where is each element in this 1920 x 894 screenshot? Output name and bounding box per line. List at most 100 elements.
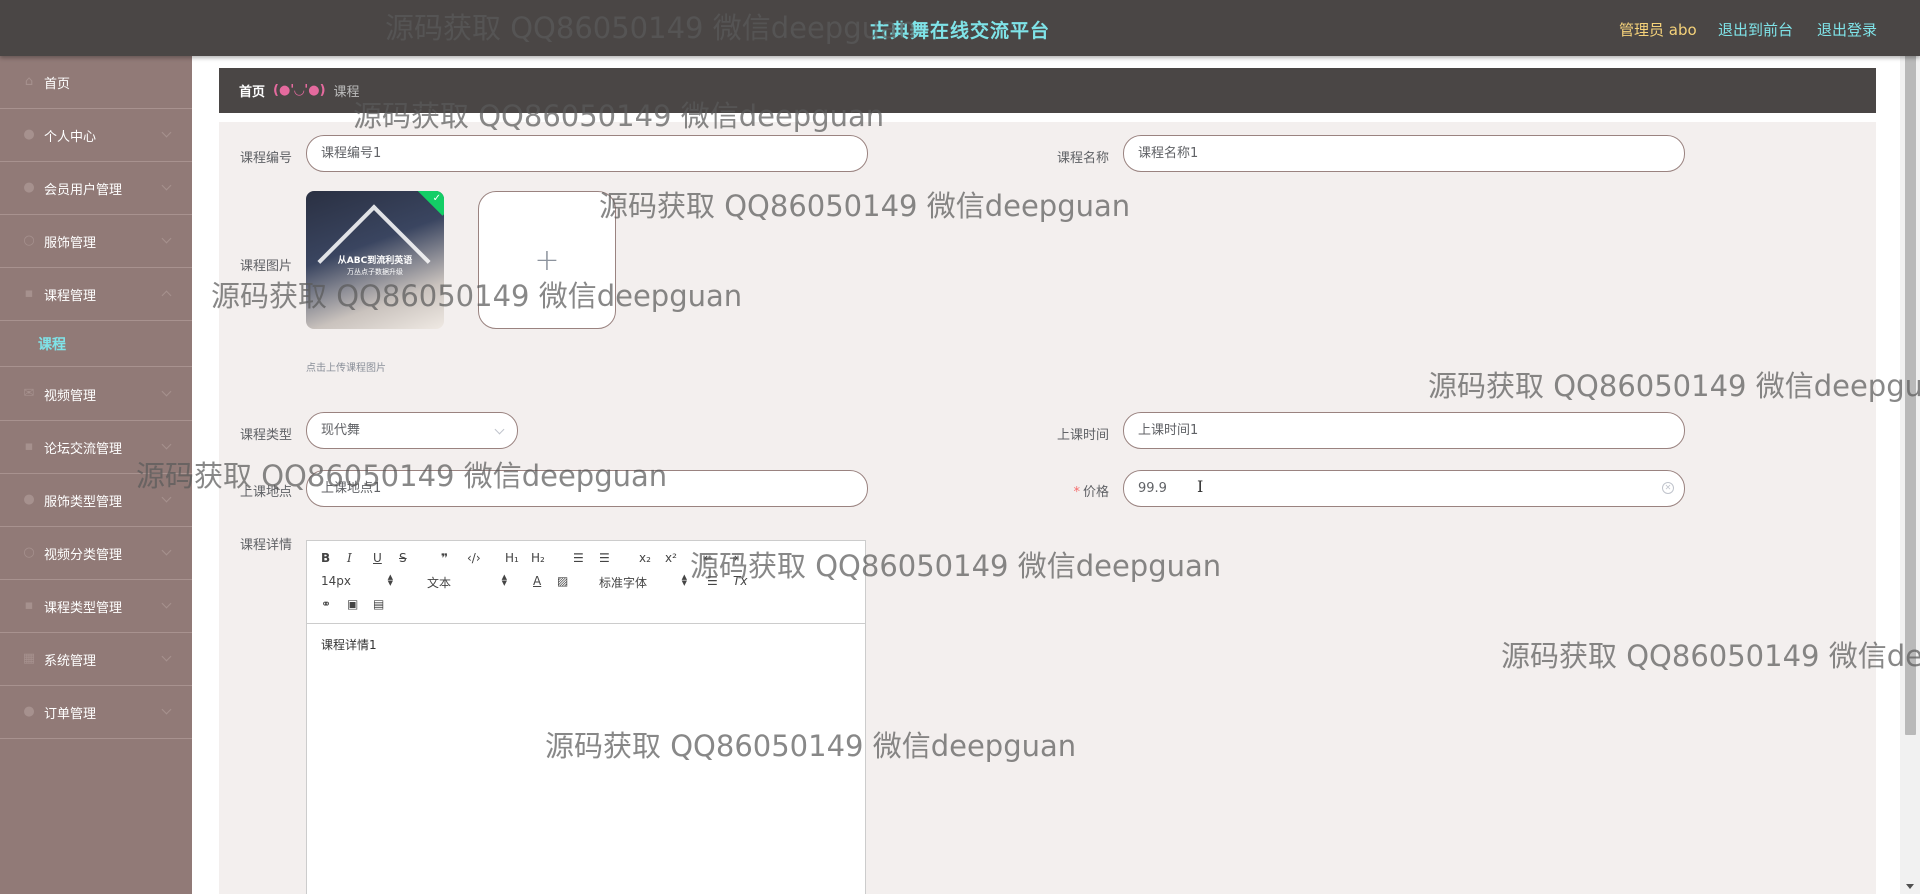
sidebar-item-clothing[interactable]: ○ 服饰管理 — [0, 215, 192, 268]
course-image-label: 课程图片 — [239, 259, 292, 274]
breadcrumb-current: 课程 — [333, 85, 360, 100]
sidebar-item-video[interactable]: ✉ 视频管理 — [0, 368, 192, 421]
clear-format-button[interactable]: Tx — [733, 574, 747, 588]
link-icon[interactable]: ⚭ — [321, 597, 331, 611]
text-cursor-icon: I — [1197, 477, 1204, 496]
font-family-select[interactable]: 标准字体 ▲ ▼ — [599, 574, 687, 591]
image-upload-button[interactable]: + — [478, 191, 616, 329]
font-size-select[interactable]: 14px ▲ ▼ — [321, 573, 393, 589]
sidebar-item-label: 视频管理 — [44, 388, 97, 404]
course-type-select[interactable]: 现代舞 — [306, 412, 518, 449]
class-time-label: 上课时间 — [1056, 428, 1109, 443]
course-form: 课程编号 课程编号1 课程名称 课程名称1 课程图片 从ABC到流利英语 万丛点… — [219, 122, 1876, 894]
back-to-front-link[interactable]: 退出到前台 — [1718, 19, 1793, 40]
sidebar-item-label: 系统管理 — [44, 653, 97, 669]
order-icon: ● — [23, 704, 35, 719]
thumbnail-subtitle: 万丛点子数据升级 — [347, 268, 403, 276]
sidebar-item-course-type[interactable]: ▪ 课程类型管理 — [0, 580, 192, 633]
sidebar-item-home[interactable]: ⌂ 首页 — [0, 56, 192, 109]
sidebar-item-orders[interactable]: ● 订单管理 — [0, 686, 192, 739]
video-icon: ✉ — [23, 386, 35, 401]
class-location-input[interactable]: 上课地点1 — [306, 470, 868, 507]
sidebar-item-video-category[interactable]: ○ 视频分类管理 — [0, 527, 192, 580]
user-icon: ● — [23, 127, 35, 142]
category-icon: ▪ — [24, 598, 34, 613]
chevron-down-icon — [161, 439, 172, 450]
blockquote-button[interactable]: ❞ — [441, 551, 448, 565]
strikethrough-button[interactable]: S — [399, 551, 407, 565]
course-type-value: 现代舞 — [321, 423, 361, 438]
course-name-label: 课程名称 — [1056, 151, 1109, 166]
course-detail-label: 课程详情 — [239, 538, 292, 553]
price-label-text: 价格 — [1082, 485, 1109, 500]
heading1-button[interactable]: H₁ — [505, 551, 519, 565]
clear-icon[interactable]: ✕ — [1662, 482, 1674, 494]
scrollbar-thumb[interactable] — [1905, 30, 1916, 735]
font-family-value: 标准字体 — [599, 576, 648, 590]
course-name-input[interactable]: 课程名称1 — [1123, 135, 1685, 172]
chevron-down-icon — [161, 651, 172, 662]
chevron-down-icon — [161, 598, 172, 609]
chevron-down-icon — [161, 233, 172, 244]
background-color-button[interactable]: ▨ — [557, 574, 568, 588]
font-size-value: 14px — [321, 574, 351, 588]
sidebar-item-course-management[interactable]: ▪ 课程管理 — [0, 268, 192, 321]
editor-content[interactable]: 课程详情1 — [307, 624, 865, 894]
breadcrumb: 首页 (●'◡'●) 课程 — [219, 68, 1876, 113]
chevron-down-icon — [494, 424, 505, 435]
price-input[interactable]: 99.9 ✕ — [1123, 470, 1685, 507]
forum-icon: ▪ — [24, 439, 34, 454]
settings-icon: ▦ — [22, 651, 36, 666]
sidebar-item-system[interactable]: ▦ 系统管理 — [0, 633, 192, 686]
chevron-down-icon — [161, 492, 172, 503]
chevron-down-icon — [161, 704, 172, 715]
sidebar-item-clothing-type[interactable]: ● 服饰类型管理 — [0, 474, 192, 527]
course-no-input[interactable]: 课程编号1 — [306, 135, 868, 172]
subscript-button[interactable]: x₂ — [639, 551, 651, 565]
scroll-down-arrow-icon[interactable] — [1906, 884, 1914, 889]
sidebar-item-label: 课程类型管理 — [44, 600, 123, 616]
sidebar-subitem-label: 课程 — [38, 336, 66, 353]
category-icon: ● — [23, 492, 35, 507]
sidebar-item-member-users[interactable]: ● 会员用户管理 — [0, 162, 192, 215]
sidebar-item-label: 服饰类型管理 — [44, 494, 123, 510]
sidebar-item-label: 视频分类管理 — [44, 547, 123, 563]
sidebar-item-personal-center[interactable]: ● 个人中心 — [0, 109, 192, 162]
ordered-list-button[interactable]: ☰ — [573, 551, 584, 565]
logout-link[interactable]: 退出登录 — [1817, 19, 1877, 40]
indent-button[interactable]: ⇥ — [729, 551, 739, 565]
thumbnail-title: 从ABC到流利英语 — [337, 256, 413, 266]
course-icon: ▪ — [24, 286, 34, 301]
course-no-label: 课程编号 — [239, 151, 292, 166]
breadcrumb-home-link[interactable]: 首页 — [239, 81, 265, 100]
sidebar-item-forum[interactable]: ▪ 论坛交流管理 — [0, 421, 192, 474]
outdent-button[interactable]: ⇤ — [703, 551, 713, 565]
video-icon[interactable]: ▤ — [373, 597, 384, 611]
page-scrollbar[interactable] — [1900, 0, 1920, 894]
image-icon[interactable]: ▣ — [347, 597, 358, 611]
underline-button[interactable]: U — [373, 551, 382, 565]
bold-button[interactable]: B — [321, 551, 330, 565]
heading2-button[interactable]: H₂ — [531, 551, 545, 565]
paragraph-value: 文本 — [427, 576, 452, 590]
superscript-button[interactable]: x² — [665, 551, 677, 565]
price-value: 99.9 — [1138, 481, 1167, 496]
class-location-label: 上课地点 — [239, 485, 292, 500]
clothing-icon: ○ — [23, 233, 35, 248]
italic-button[interactable]: I — [347, 551, 352, 565]
chevron-down-icon — [161, 545, 172, 556]
bullet-list-button[interactable]: ☰ — [599, 551, 610, 565]
sidebar-menu: ⌂ 首页 ● 个人中心 ● 会员用户管理 ○ 服饰管理 ▪ 课程管理 课程 ✉ … — [0, 56, 192, 894]
category-icon: ○ — [23, 545, 35, 560]
code-block-button[interactable]: ‹/› — [467, 551, 481, 565]
updown-icon: ▲ ▼ — [387, 573, 393, 587]
sidebar-subitem-course[interactable]: 课程 — [0, 321, 192, 367]
class-time-input[interactable]: 上课时间1 — [1123, 412, 1685, 449]
font-color-button[interactable]: A — [533, 574, 541, 588]
chevron-down-icon — [161, 127, 172, 138]
paragraph-select[interactable]: 文本 ▲ ▼ — [427, 574, 507, 591]
align-button[interactable]: ☰ — [707, 574, 718, 588]
course-image-thumbnail[interactable]: 从ABC到流利英语 万丛点子数据升级 ✓ — [306, 191, 444, 329]
sidebar-item-label: 个人中心 — [44, 129, 97, 145]
upload-tip: 点击上传课程图片 — [306, 363, 386, 374]
